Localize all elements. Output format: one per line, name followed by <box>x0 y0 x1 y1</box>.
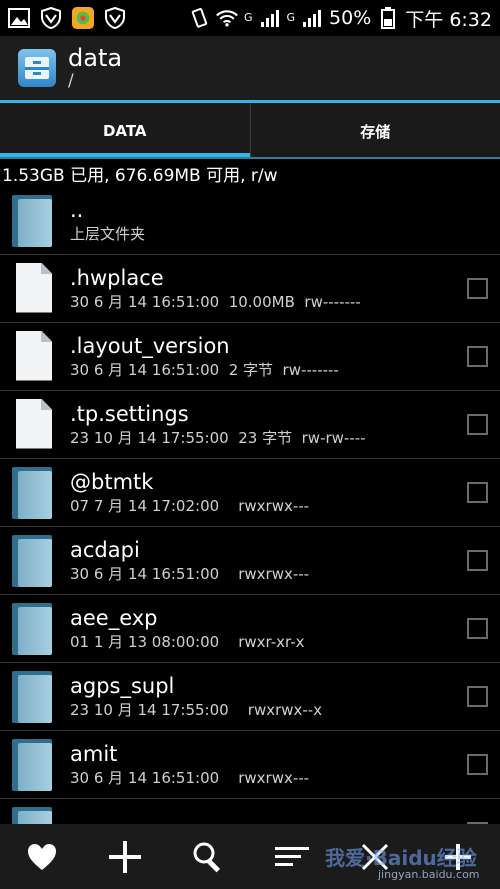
select-checkbox[interactable] <box>467 550 488 571</box>
file-manager-app-icon[interactable] <box>18 49 56 87</box>
storage-info: 1.53GB 已用, 676.69MB 可用, r/w <box>2 166 278 186</box>
file-icon <box>0 323 70 391</box>
item-name: @btmtk <box>70 469 154 494</box>
list-item[interactable]: amit 30 6 月 14 16:51:00 rwxrwx--- <box>0 731 500 799</box>
folder-icon <box>0 187 70 255</box>
status-left-icons <box>8 7 126 29</box>
list-item[interactable]: anr <box>0 799 500 824</box>
item-meta: 30 6 月 14 16:51:00 2 字节 rw------- <box>70 360 339 379</box>
clock: 下午 6:32 <box>405 8 492 31</box>
item-name: aee_exp <box>70 605 158 630</box>
heart-icon <box>27 843 56 870</box>
list-item[interactable]: .tp.settings 23 10 月 14 17:55:00 23 字节 rw… <box>0 391 500 459</box>
network-type-2: G <box>286 10 296 24</box>
tab-bar: DATA 存储 <box>0 103 500 159</box>
status-bar: G G 50% 下午 6:32 <box>0 0 500 36</box>
item-meta: 30 6 月 14 16:51:00 rwxrwx--- <box>70 768 310 787</box>
battery-icon <box>377 7 399 29</box>
list-item-parent[interactable]: .. 上层文件夹 <box>0 187 500 255</box>
list-item[interactable]: .layout_version 30 6 月 14 16:51:00 2 字节 r… <box>0 323 500 391</box>
action-bar: data / <box>0 36 500 100</box>
select-checkbox[interactable] <box>467 414 488 435</box>
list-item[interactable]: acdapi 30 6 月 14 16:51:00 rwxrwx--- <box>0 527 500 595</box>
list-item[interactable]: @btmtk 07 7 月 14 17:02:00 rwxrwx--- <box>0 459 500 527</box>
list-item[interactable]: agps_supl 23 10 月 14 17:55:00 rwxrwx--x <box>0 663 500 731</box>
favorites-button[interactable] <box>17 832 67 882</box>
folder-icon <box>0 527 70 595</box>
file-list[interactable]: .. 上层文件夹 .hwplace 30 6 月 14 16:51:00 10.00… <box>0 187 500 824</box>
signal-icon-1 <box>259 7 281 29</box>
folder-path: / <box>68 71 74 91</box>
shield-icon <box>40 7 62 29</box>
item-meta: 07 7 月 14 17:02:00 rwxrwx--- <box>70 496 310 515</box>
search-button[interactable] <box>183 832 233 882</box>
item-meta: 23 10 月 14 17:55:00 23 字节 rw-rw---- <box>70 428 366 447</box>
item-name: agps_supl <box>70 673 175 698</box>
add-button[interactable] <box>100 832 150 882</box>
file-icon <box>0 391 70 459</box>
item-meta: 上层文件夹 <box>70 224 146 243</box>
folder-icon <box>0 663 70 731</box>
item-meta: 01 1 月 13 08:00:00 rwxr-xr-x <box>70 632 305 651</box>
file-icon <box>0 255 70 323</box>
item-name: .hwplace <box>70 265 164 290</box>
item-name: .. <box>70 197 84 222</box>
watermark-url: jingyan.baidu.com <box>378 868 480 881</box>
title-block: data / <box>68 45 122 91</box>
folder-icon <box>0 731 70 799</box>
item-name: acdapi <box>70 537 140 562</box>
list-item[interactable]: .hwplace 30 6 月 14 16:51:00 10.00MB rw---… <box>0 255 500 323</box>
select-checkbox[interactable] <box>467 482 488 503</box>
select-checkbox[interactable] <box>467 346 488 367</box>
battery-percent: 50% <box>329 7 372 29</box>
folder-icon <box>0 459 70 527</box>
select-checkbox[interactable] <box>467 278 488 299</box>
select-checkbox[interactable] <box>467 754 488 775</box>
list-item[interactable]: aee_exp 01 1 月 13 08:00:00 rwxr-xr-x <box>0 595 500 663</box>
tabs-underline <box>0 157 500 159</box>
item-name: .tp.settings <box>70 401 189 426</box>
watermark-logo: 我爱·Baidu经验 <box>325 846 477 870</box>
tab-data[interactable]: DATA <box>0 103 250 159</box>
signal-icon-2 <box>301 7 323 29</box>
plus-icon <box>108 840 141 873</box>
folder-title: data <box>68 44 123 72</box>
image-notification-icon <box>8 7 30 29</box>
select-checkbox[interactable] <box>467 618 488 639</box>
item-meta: 30 6 月 14 16:51:00 10.00MB rw------- <box>70 292 361 311</box>
search-icon <box>193 842 221 872</box>
shield-icon-2 <box>104 7 126 29</box>
item-name: amit <box>70 741 118 766</box>
wifi-icon <box>216 7 238 29</box>
item-meta: 30 6 月 14 16:51:00 rwxrwx--- <box>70 564 310 583</box>
item-name: .layout_version <box>70 333 230 358</box>
tab-storage[interactable]: 存储 <box>249 103 500 159</box>
app-store-icon <box>72 7 94 29</box>
folder-icon <box>0 799 70 824</box>
vibrate-icon <box>188 7 210 29</box>
folder-icon <box>0 595 70 663</box>
status-right-icons: G G 50% 下午 6:32 <box>188 5 492 32</box>
sort-button[interactable] <box>267 832 317 882</box>
sort-icon <box>274 846 309 866</box>
select-checkbox[interactable] <box>467 686 488 707</box>
item-meta: 23 10 月 14 17:55:00 rwxrwx--x <box>70 700 323 719</box>
network-type-1: G <box>243 10 253 24</box>
